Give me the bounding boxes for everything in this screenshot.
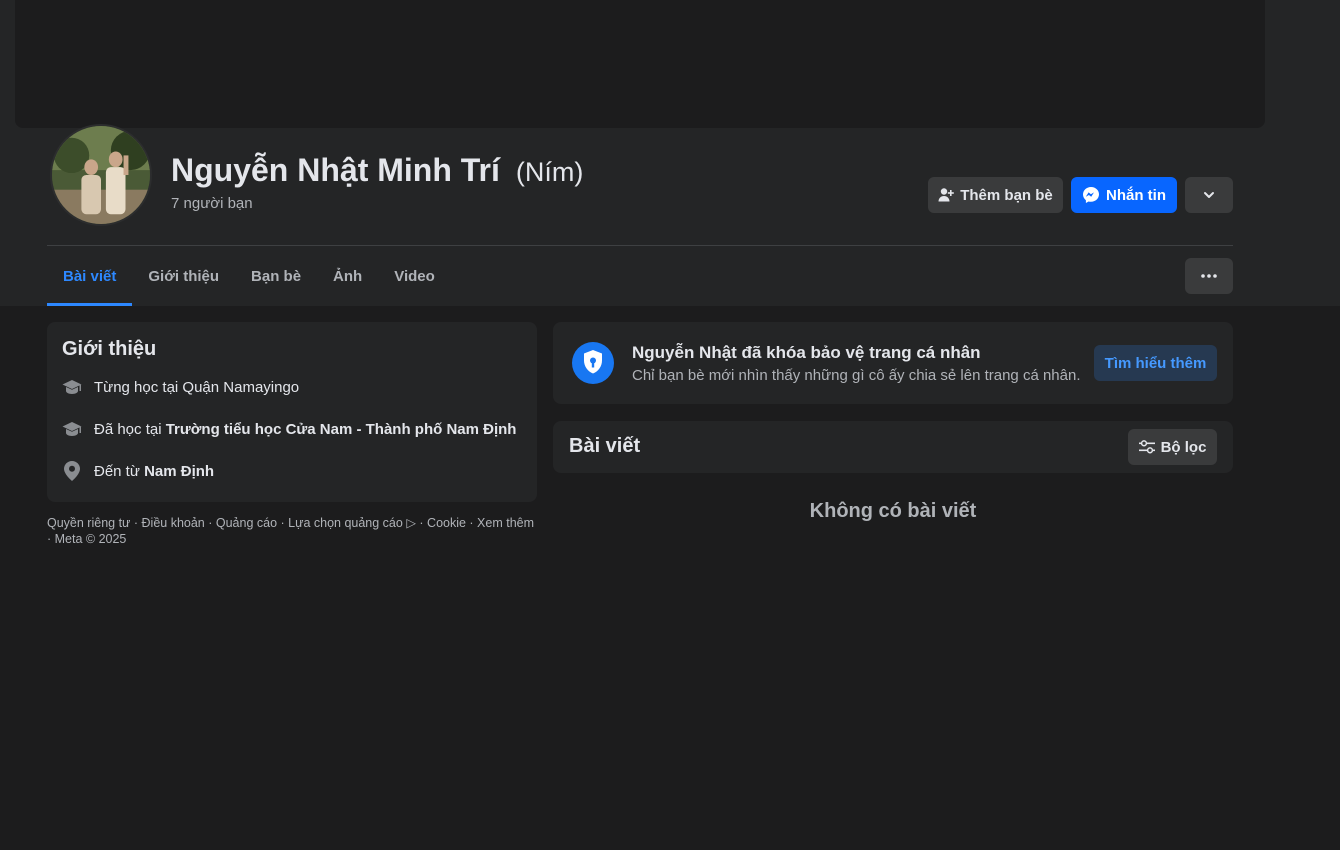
cover-photo[interactable] [15, 0, 1265, 128]
add-friend-button[interactable]: Thêm bạn bè [928, 177, 1063, 213]
intro-item-prefix: Đã học tại [94, 420, 166, 438]
locked-profile-subtitle: Chỉ bạn bè mới nhìn thấy những gì cô ấy … [632, 367, 1081, 384]
messenger-icon [1083, 187, 1099, 203]
hometown-link[interactable]: Nam Định [144, 463, 214, 480]
locked-profile-card: Nguyễn Nhật đã khóa bảo vệ trang cá nhân… [553, 322, 1233, 404]
intro-item-school: Đã học tại Trường tiểu học Cửa Nam - Thà… [62, 419, 516, 439]
message-button[interactable]: Nhắn tin [1071, 177, 1177, 213]
intro-item-text: Đã học tại Trường tiểu học Cửa Nam - Thà… [94, 421, 516, 438]
avatar[interactable] [50, 124, 152, 226]
intro-card: Giới thiệu Từng học tại Quận Namayingo Đ… [47, 322, 537, 502]
location-pin-icon [62, 461, 82, 481]
tabs-more-button[interactable] [1185, 258, 1233, 294]
school-link[interactable]: Trường tiểu học Cửa Nam - Thành phố Nam … [166, 421, 517, 438]
intro-item-text: Từng học tại Quận Namayingo [94, 378, 300, 396]
add-friend-icon [938, 188, 955, 202]
profile-name-row: Nguyễn Nhật Minh Trí (Ním) [171, 152, 583, 189]
profile-name: Nguyễn Nhật Minh Trí [171, 152, 500, 188]
graduation-cap-icon [62, 377, 82, 397]
friends-count-link[interactable]: 7 người bạn [171, 195, 253, 212]
posts-header-card: Bài viết Bộ lọc [553, 421, 1233, 473]
message-label: Nhắn tin [1106, 186, 1166, 204]
filter-sliders-icon [1138, 440, 1155, 454]
graduation-cap-icon [62, 419, 82, 439]
empty-posts-message: Không có bài viết [809, 500, 977, 522]
tab-videos[interactable]: Video [378, 246, 451, 306]
shield-lock-icon [572, 342, 614, 384]
tab-posts[interactable]: Bài viết [47, 246, 133, 306]
footer-links[interactable]: Quyền riêng tư · Điều khoản · Quảng cáo … [47, 515, 537, 547]
intro-item-prefix: Đến từ [94, 462, 145, 480]
tab-friends[interactable]: Bạn bè [235, 246, 317, 306]
posts-title: Bài viết [569, 435, 641, 457]
learn-more-button[interactable]: Tìm hiểu thêm [1094, 345, 1217, 381]
filter-label: Bộ lọc [1160, 438, 1207, 456]
profile-alternate-name: (Ním) [515, 157, 584, 187]
tab-photos[interactable]: Ảnh [317, 246, 378, 306]
filter-button[interactable]: Bộ lọc [1128, 429, 1217, 465]
intro-item-text: Đến từ Nam Định [94, 463, 214, 480]
intro-item-studied-at: Từng học tại Quận Namayingo [62, 377, 299, 397]
chevron-down-icon [1204, 192, 1214, 198]
profile-options-dropdown[interactable] [1185, 177, 1233, 213]
intro-item-hometown: Đến từ Nam Định [62, 461, 214, 481]
tab-about[interactable]: Giới thiệu [132, 246, 235, 306]
profile-tabs: Bài viết Giới thiệu Bạn bè Ảnh Video [47, 246, 451, 306]
more-dots-icon [1201, 274, 1217, 278]
locked-profile-title: Nguyễn Nhật đã khóa bảo vệ trang cá nhân [632, 343, 981, 362]
add-friend-label: Thêm bạn bè [960, 186, 1053, 204]
avatar-photo [52, 126, 150, 224]
intro-title: Giới thiệu [62, 338, 157, 360]
